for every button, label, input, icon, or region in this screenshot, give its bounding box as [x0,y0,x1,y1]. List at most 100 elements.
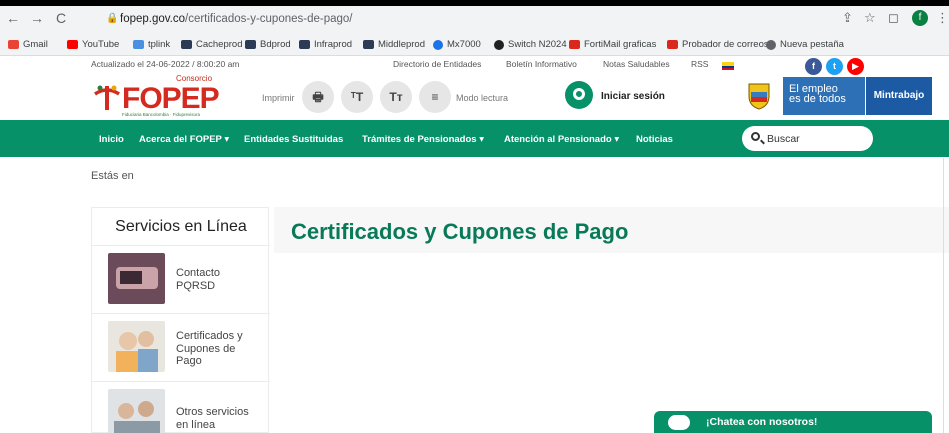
fopep-logo[interactable]: Consorcio FOPEP Fiduciaria Bancolombia ·… [92,72,252,118]
bookmark-bdprod[interactable]: Bdprod [245,39,291,50]
link-boletin[interactable]: Boletín Informativo [506,59,577,69]
bookmark-label: Bdprod [260,39,291,50]
folder-icon [245,40,256,49]
reading-mode-button[interactable]: ≡ [419,81,451,113]
el-empleo-banner[interactable]: El empleo es de todos [783,77,865,115]
forward-button[interactable]: → [28,9,46,27]
nav-entidades[interactable]: Entidades Sustituidas [244,134,343,145]
folder-icon [299,40,310,49]
link-directorio[interactable]: Directorio de Entidades [393,59,481,69]
services-sidebar: Servicios en Línea Contacto PQRSD Certif… [91,207,270,433]
bookmark-tplink[interactable]: tplink [133,39,170,50]
reload-button[interactable]: C [52,9,70,27]
bookmark-label: Infraprod [314,39,353,50]
chat-widget[interactable]: ¡Chatea con nosotros! [654,411,932,433]
address-bar[interactable]: 🔒 fopep.gov.co/certificados-y-cupones-de… [102,7,837,31]
chat-label: ¡Chatea con nosotros! [706,416,818,428]
logo-text: FOPEP [122,82,220,115]
nav-acerca[interactable]: Acerca del FOPEP ▾ [139,134,229,145]
other-services-image [108,389,165,433]
twitter-icon[interactable]: t [826,58,843,75]
main-nav: Inicio Acerca del FOPEP ▾ Entidades Sust… [0,120,949,157]
colombia-flag-icon [722,62,734,70]
globe-icon [766,39,776,50]
youtube-icon [67,40,78,49]
site-header: Actualizado el 24-06-2022 / 8:00:20 am D… [0,56,949,120]
fortinet-icon [569,40,580,49]
youtube-social-icon[interactable]: ▶ [847,58,864,75]
sidebar-item-label: Certificados y Cupones de Pago [176,330,243,368]
bookmark-middleprod[interactable]: Middleprod [363,39,425,50]
title-band: Certificados y Cupones de Pago [274,207,949,253]
reading-mode-label: Modo lectura [456,93,509,103]
chat-bubble-icon [668,415,690,430]
increase-text-button[interactable]: ᵀT [341,81,373,113]
folder-icon [181,40,192,49]
bookmarks-bar: Gmail YouTube tplink Cacheprod Bdprod In… [0,36,949,56]
bookmark-nueva-pestana[interactable]: Nueva pestaña [766,39,844,50]
sidebar-item-label: Otros servicios en línea [176,406,249,431]
bookmark-label: Gmail [23,39,48,50]
star-icon[interactable]: ☆ [864,10,876,26]
url-host: fopep.gov.co [120,13,186,25]
print-label: Imprimir [262,93,295,103]
search-placeholder: Buscar [767,133,800,145]
sidebar-label-line: PQRSD [176,279,216,292]
bookmark-label: Mx7000 [447,39,481,50]
browser-toolbar: ← → C 🔒 fopep.gov.co/certificados-y-cupo… [0,0,949,56]
nav-noticias[interactable]: Noticias [636,134,673,145]
sidebar-item-contacto[interactable]: Contacto PQRSD [92,246,270,314]
bookmark-fortimail[interactable]: FortiMail graficas [569,39,656,50]
bookmark-youtube[interactable]: YouTube [67,39,119,50]
sidebar-label-line: Certificados y [176,330,243,342]
back-button[interactable]: ← [4,9,22,27]
nav-inicio[interactable]: Inicio [99,134,124,145]
bookmark-cacheprod[interactable]: Cacheprod [181,39,242,50]
page-scrollbar[interactable] [943,158,949,433]
user-icon[interactable] [565,81,593,109]
facebook-icon[interactable]: f [805,58,822,75]
nav-tramites[interactable]: Trámites de Pensionados ▾ [362,134,484,145]
colombia-crest-icon [748,83,770,110]
url-path: /certificados-y-cupones-de-pago/ [185,13,353,25]
sidebar-label-line: Cupones de [176,342,236,355]
bookmark-probador[interactable]: Probador de correos [667,39,769,50]
sidepanel-icon[interactable]: ◻ [888,10,899,26]
sidebar-label-line: Contacto [176,267,221,279]
bookmark-gmail[interactable]: Gmail [8,39,48,50]
mintrabajo-link[interactable]: Mintrabajo [866,77,932,115]
sidebar-item-otros[interactable]: Otros servicios en línea [92,382,270,433]
login-link[interactable]: Iniciar sesión [601,91,665,102]
nav-atencion[interactable]: Atención al Pensionado ▾ [504,134,619,145]
bookmark-label: YouTube [82,39,120,50]
bookmark-label: tplink [148,39,171,50]
bookmark-infraprod[interactable]: Infraprod [299,39,352,50]
menu-icon[interactable]: ⋮ [936,10,949,26]
link-rss[interactable]: RSS [691,59,708,69]
search-input[interactable]: Buscar [742,126,873,151]
search-icon [751,132,760,141]
share-icon[interactable]: ⇪ [842,10,853,26]
sidebar-label-line: en línea [176,418,216,431]
bookmark-mx7000[interactable]: Mx7000 [433,39,481,50]
gmail-icon [8,40,19,49]
decrease-text-button[interactable]: Tт [380,81,412,113]
updated-timestamp: Actualizado el 24-06-2022 / 8:00:20 am [91,59,240,69]
link-notas[interactable]: Notas Saludables [603,59,670,69]
sidebar-title: Servicios en Línea [92,208,270,246]
globe-icon [433,39,443,50]
page-title: Certificados y Cupones de Pago [291,219,629,244]
bookmark-label: Nueva pestaña [780,39,844,50]
certificates-image [108,321,165,372]
bookmark-switch[interactable]: Switch N2024 [494,39,567,50]
bookmark-label: Cacheprod [196,39,243,50]
sidebar-label-line: Pago [176,355,202,367]
sidebar-item-certificados[interactable]: Certificados y Cupones de Pago [92,314,270,382]
profile-avatar[interactable]: f [912,10,928,26]
fortinet-icon [667,40,678,49]
empleo-line2: es de todos [789,93,846,105]
contact-image [108,253,165,304]
print-button[interactable]: 🖶 [302,81,334,113]
logo-subtitle: Fiduciaria Bancolombia · Fiduprevisora [122,112,201,117]
bookmark-label: FortiMail graficas [584,39,657,50]
